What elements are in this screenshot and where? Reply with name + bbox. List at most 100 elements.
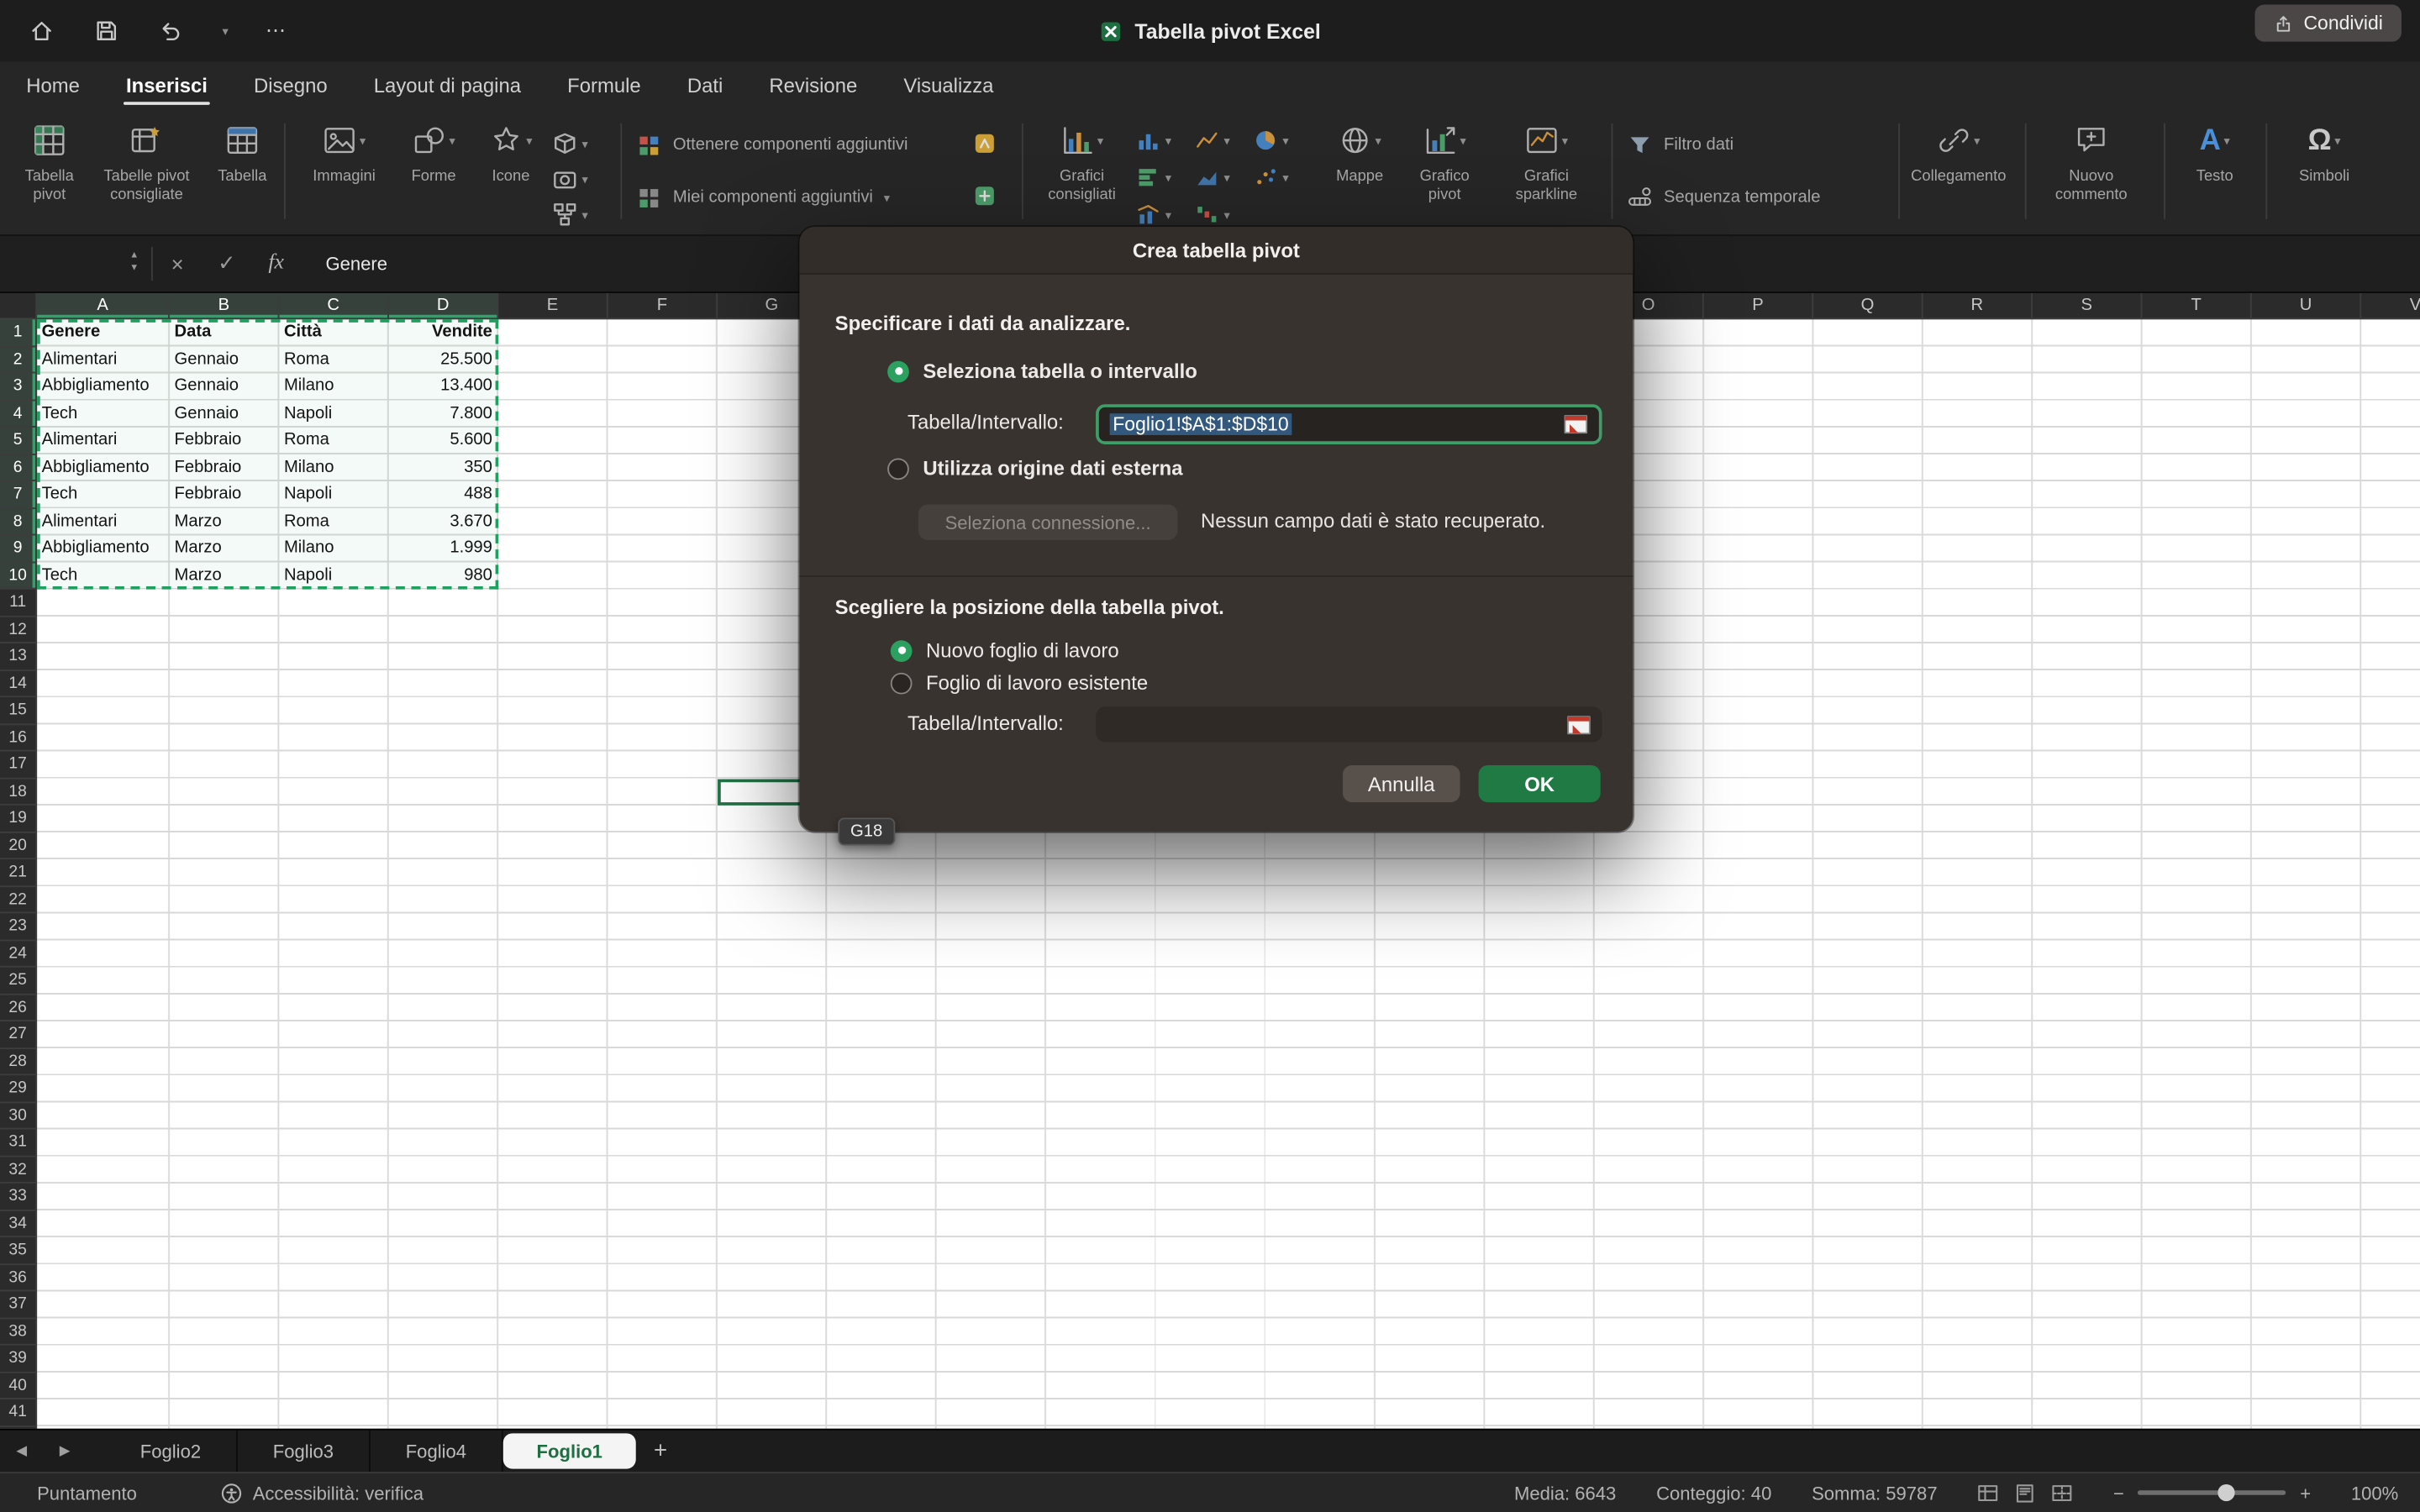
- cell[interactable]: 488: [389, 481, 498, 508]
- add-sheet-button[interactable]: +: [636, 1438, 686, 1464]
- row-header-30[interactable]: 30: [0, 1102, 35, 1129]
- cell[interactable]: 3.670: [389, 508, 498, 535]
- row-header-36[interactable]: 36: [0, 1264, 35, 1291]
- bar-chart-button[interactable]: ▾: [1136, 160, 1171, 194]
- pivot-table-button[interactable]: Tabella pivot: [9, 118, 90, 205]
- threed-models-button[interactable]: ▾: [553, 127, 588, 160]
- more-icon[interactable]: ⋯: [266, 18, 286, 43]
- maps-button[interactable]: ▾ Mappe: [1324, 118, 1395, 186]
- select-connection-button[interactable]: Seleziona connessione...: [918, 505, 1178, 540]
- row-header-12[interactable]: 12: [0, 617, 35, 643]
- radio-external-source[interactable]: [887, 458, 909, 480]
- row-header-4[interactable]: 4: [0, 401, 35, 428]
- ribbon-tab-formule[interactable]: Formule: [544, 61, 665, 108]
- cell[interactable]: Gennaio: [170, 373, 279, 400]
- cell[interactable]: Tech: [37, 481, 170, 508]
- row-header-39[interactable]: 39: [0, 1346, 35, 1373]
- zoom-slider[interactable]: [2138, 1490, 2286, 1495]
- zoom-in-button[interactable]: +: [2300, 1482, 2311, 1504]
- radio-new-sheet[interactable]: [891, 639, 913, 661]
- sheet-tab-foglio3[interactable]: Foglio3: [238, 1431, 371, 1473]
- range-picker-icon[interactable]: [1564, 413, 1588, 435]
- ok-button[interactable]: OK: [1479, 765, 1601, 802]
- row-header-13[interactable]: 13: [0, 643, 35, 670]
- range-input[interactable]: Foglio1!$A$1:$D$10: [1096, 404, 1602, 444]
- home-icon[interactable]: [28, 17, 55, 45]
- cell[interactable]: Tech: [37, 562, 170, 589]
- row-header-14[interactable]: 14: [0, 670, 35, 697]
- status-count[interactable]: Conteggio: 40: [1656, 1482, 1771, 1504]
- spin-up-icon[interactable]: ▲: [129, 251, 139, 263]
- spin-down-icon[interactable]: ▼: [129, 263, 139, 275]
- cell[interactable]: 980: [389, 562, 498, 589]
- column-header-P[interactable]: P: [1704, 293, 1813, 318]
- scatter-chart-button[interactable]: ▾: [1253, 160, 1288, 194]
- row-header-41[interactable]: 41: [0, 1399, 35, 1426]
- row-header-38[interactable]: 38: [0, 1318, 35, 1345]
- cancel-button[interactable]: Annulla: [1343, 765, 1460, 802]
- status-average[interactable]: Media: 6643: [1514, 1482, 1616, 1504]
- timeline-button[interactable]: Sequenza temporale: [1627, 179, 1821, 216]
- row-header-35[interactable]: 35: [0, 1237, 35, 1264]
- select-all-corner[interactable]: [0, 293, 37, 319]
- column-header-E[interactable]: E: [498, 293, 608, 318]
- cell[interactable]: Città: [279, 319, 388, 346]
- cell[interactable]: Roma: [279, 428, 388, 454]
- undo-chevron-icon[interactable]: ▾: [222, 24, 228, 38]
- column-header-V[interactable]: V: [2361, 293, 2420, 318]
- sheet-tab-foglio1[interactable]: Foglio1: [503, 1433, 636, 1468]
- cell[interactable]: Febbraio: [170, 481, 279, 508]
- cell[interactable]: Abbigliamento: [37, 535, 170, 562]
- cell[interactable]: Abbigliamento: [37, 454, 170, 481]
- cell[interactable]: 25.500: [389, 346, 498, 373]
- column-header-U[interactable]: U: [2252, 293, 2361, 318]
- cell[interactable]: Roma: [279, 508, 388, 535]
- row-header-32[interactable]: 32: [0, 1157, 35, 1184]
- addin-extra-button[interactable]: [972, 179, 997, 213]
- zoom-slider-thumb[interactable]: [2218, 1484, 2235, 1501]
- row-header-40[interactable]: 40: [0, 1373, 35, 1399]
- row-header-22[interactable]: 22: [0, 886, 35, 913]
- cell[interactable]: Alimentari: [37, 346, 170, 373]
- column-header-A[interactable]: A: [37, 293, 170, 318]
- row-header-26[interactable]: 26: [0, 995, 35, 1021]
- ribbon-tab-home[interactable]: Home: [3, 61, 103, 108]
- cell[interactable]: 1.999: [389, 535, 498, 562]
- column-header-S[interactable]: S: [2033, 293, 2142, 318]
- row-header-11[interactable]: 11: [0, 590, 35, 617]
- row-header-29[interactable]: 29: [0, 1075, 35, 1102]
- row-header-10[interactable]: 10: [0, 562, 35, 589]
- cell[interactable]: Napoli: [279, 481, 388, 508]
- insert-function-icon[interactable]: fx: [251, 250, 301, 275]
- cell[interactable]: Genere: [37, 319, 170, 346]
- slicer-button[interactable]: Filtro dati: [1627, 127, 1733, 164]
- share-button[interactable]: Condividi: [2254, 5, 2402, 42]
- row-header-3[interactable]: 3: [0, 373, 35, 400]
- cancel-entry-icon[interactable]: ×: [153, 250, 203, 275]
- cell[interactable]: Tech: [37, 401, 170, 428]
- row-header-9[interactable]: 9: [0, 535, 35, 562]
- cell[interactable]: 13.400: [389, 373, 498, 400]
- screenshot-button[interactable]: ▾: [553, 162, 588, 196]
- row-header-23[interactable]: 23: [0, 913, 35, 940]
- column-header-B[interactable]: B: [170, 293, 279, 318]
- row-header-34[interactable]: 34: [0, 1210, 35, 1237]
- column-header-R[interactable]: R: [1923, 293, 2033, 318]
- text-button[interactable]: A▾ Testo: [2176, 118, 2254, 186]
- accessibility-status[interactable]: Accessibilità: verifica: [220, 1482, 424, 1504]
- cell[interactable]: Napoli: [279, 401, 388, 428]
- row-header-28[interactable]: 28: [0, 1048, 35, 1075]
- office-store-button[interactable]: [972, 127, 997, 160]
- new-comment-button[interactable]: Nuovo commento: [2040, 118, 2142, 205]
- row-header-27[interactable]: 27: [0, 1021, 35, 1048]
- cell[interactable]: 7.800: [389, 401, 498, 428]
- cell[interactable]: Gennaio: [170, 401, 279, 428]
- cell[interactable]: Abbigliamento: [37, 373, 170, 400]
- row-header-25[interactable]: 25: [0, 968, 35, 995]
- smartart-button[interactable]: ▾: [553, 197, 588, 231]
- ribbon-tab-layout-di-pagina[interactable]: Layout di pagina: [350, 61, 544, 108]
- name-box-spinner[interactable]: ▲ ▼: [118, 246, 153, 280]
- row-header-19[interactable]: 19: [0, 806, 35, 832]
- page-break-view-icon[interactable]: [2052, 1482, 2074, 1504]
- table-button[interactable]: Tabella: [203, 118, 281, 186]
